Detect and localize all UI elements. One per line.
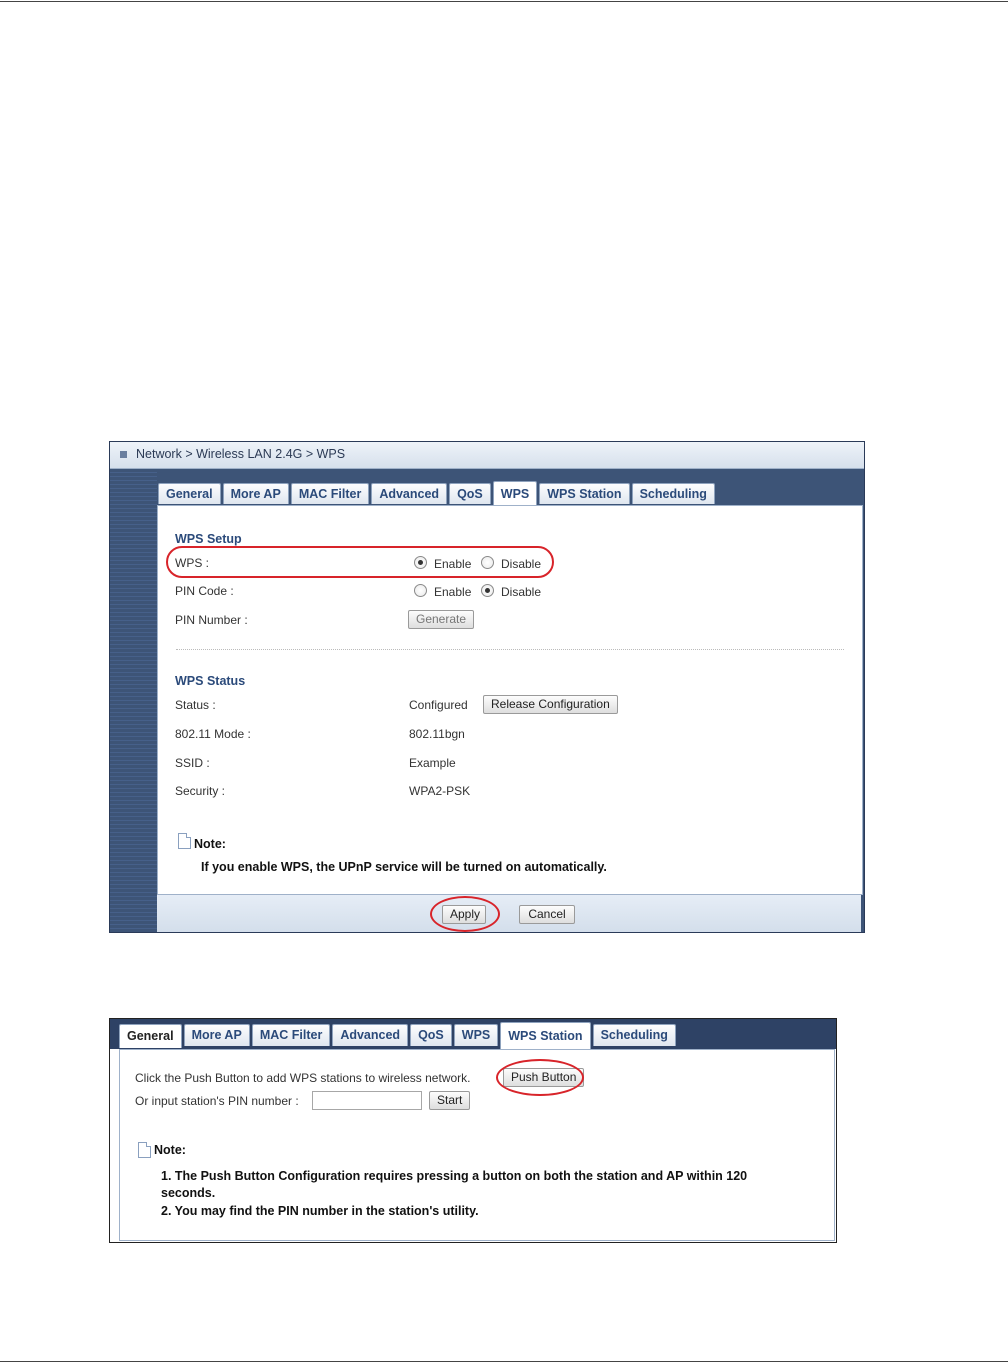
security-value: WPA2-PSK (409, 784, 471, 798)
mode-value: 802.11bgn (409, 727, 465, 741)
note-line-2: 2. You may find the PIN number in the st… (161, 1204, 479, 1218)
tab-scheduling[interactable]: Scheduling (631, 483, 715, 504)
wps-highlight-circle (166, 546, 554, 578)
mode-label: 802.11 Mode : (175, 727, 251, 741)
tab-mac-filter[interactable]: MAC Filter (290, 483, 370, 504)
tab-bar: General More AP MAC Filter Advanced QoS … (158, 481, 715, 506)
security-label: Security : (175, 784, 226, 798)
tab-qos[interactable]: QoS (449, 483, 491, 504)
wps-setup-title: WPS Setup (175, 532, 242, 546)
tab-mac-filter[interactable]: MAC Filter (251, 1024, 331, 1046)
wps-station-screenshot: General More AP MAC Filter Advanced QoS … (109, 1018, 837, 1243)
start-button[interactable]: Start (429, 1091, 471, 1110)
pin-code-label: PIN Code : (175, 584, 234, 598)
push-button[interactable]: Push Button (503, 1068, 585, 1087)
note-line-1: 1. The Push Button Configuration require… (161, 1169, 748, 1183)
page-top-rule (0, 1, 1008, 2)
tab-more-ap[interactable]: More AP (222, 483, 289, 504)
ssid-value: Example (409, 756, 456, 770)
tab-wps-station[interactable]: WPS Station (500, 1022, 591, 1050)
status-value: Configured (409, 698, 468, 712)
wps-enable-radio[interactable] (414, 556, 427, 569)
apply-button[interactable]: Apply (442, 905, 486, 924)
tab-wps[interactable]: WPS (492, 481, 538, 506)
pin-disable-label: Disable (501, 585, 542, 599)
note-icon (178, 833, 191, 849)
pin-number-label: PIN Number : (175, 613, 248, 627)
breadcrumb-bar: Network > Wireless LAN 2.4G > WPS (110, 442, 864, 469)
pin-enable-label: Enable (434, 585, 472, 599)
wps-content-panel: WPS Setup WPS : Enable Disable PIN Code … (157, 505, 863, 895)
note-text: If you enable WPS, the UPnP service will… (201, 860, 607, 874)
wps-enable-label: Enable (434, 557, 472, 571)
tab-qos[interactable]: QoS (410, 1024, 452, 1046)
push-instruction: Click the Push Button to add WPS station… (135, 1071, 471, 1085)
note-line-1-continued: seconds. (161, 1186, 216, 1200)
tab-general[interactable]: General (119, 1024, 182, 1048)
pin-enable-radio[interactable] (414, 584, 427, 597)
tab-advanced[interactable]: Advanced (371, 483, 448, 504)
left-sidebar-strip (110, 469, 157, 932)
wps-screenshot: Network > Wireless LAN 2.4G > WPS Genera… (109, 441, 865, 933)
button-footer: Apply Cancel (157, 894, 861, 932)
wps-disable-label: Disable (501, 557, 542, 571)
pin-instruction: Or input station's PIN number : (135, 1094, 299, 1108)
generate-button[interactable]: Generate (408, 610, 475, 629)
pin-disable-radio[interactable] (481, 584, 494, 597)
status-label: Status : (175, 698, 216, 712)
note-label: Note: (154, 1143, 186, 1157)
note-label: Note: (194, 837, 226, 851)
wps-status-title: WPS Status (175, 674, 246, 688)
tab-wps[interactable]: WPS (453, 1024, 499, 1046)
page-bottom-rule (0, 1361, 1008, 1362)
breadcrumb-bullet-icon (120, 451, 127, 458)
tab-general[interactable]: General (158, 483, 221, 504)
wps-station-panel: Click the Push Button to add WPS station… (119, 1049, 835, 1241)
station-pin-input[interactable] (312, 1091, 422, 1110)
tab-wps-station[interactable]: WPS Station (539, 483, 630, 504)
section-divider (176, 649, 844, 650)
wps-label: WPS : (175, 556, 210, 570)
breadcrumb: Network > Wireless LAN 2.4G > WPS (136, 447, 346, 461)
tab-bar: General More AP MAC Filter Advanced QoS … (119, 1022, 676, 1050)
note-icon (138, 1142, 151, 1158)
ssid-label: SSID : (175, 756, 210, 770)
tab-scheduling[interactable]: Scheduling (592, 1024, 676, 1046)
tab-advanced[interactable]: Advanced (332, 1024, 409, 1046)
cancel-button[interactable]: Cancel (519, 905, 575, 924)
release-configuration-button[interactable]: Release Configuration (483, 695, 618, 714)
wps-disable-radio[interactable] (481, 556, 494, 569)
tab-more-ap[interactable]: More AP (183, 1024, 250, 1046)
